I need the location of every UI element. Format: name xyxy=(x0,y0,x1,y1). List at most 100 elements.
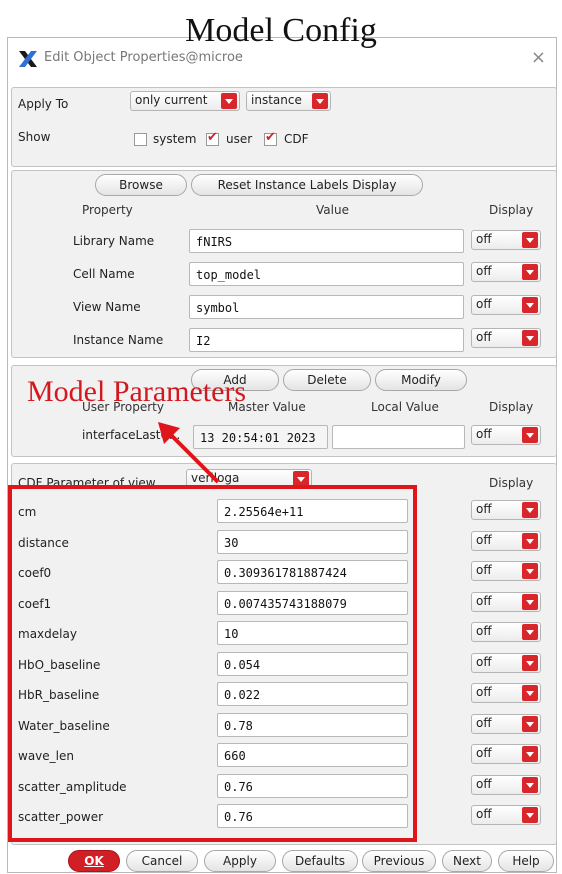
cdf-param-display-select[interactable]: off xyxy=(471,805,541,825)
close-icon[interactable]: × xyxy=(531,47,546,68)
display-value: off xyxy=(476,297,492,311)
annotation-arrow xyxy=(158,422,220,484)
help-button[interactable]: Help xyxy=(498,850,554,872)
cdf-param-display-select[interactable]: off xyxy=(471,714,541,734)
apply-scope-value: only current xyxy=(135,93,208,107)
previous-button[interactable]: Previous xyxy=(362,850,436,872)
cell-name-label: Cell Name xyxy=(73,267,135,281)
help-label: Help xyxy=(512,854,540,868)
cdf-param-display-select[interactable]: off xyxy=(471,561,541,581)
display-value: off xyxy=(476,264,492,278)
ok-label: OK xyxy=(84,854,104,868)
chevron-down-icon xyxy=(522,297,538,313)
display-value: off xyxy=(476,746,492,760)
view-name-field[interactable]: symbol xyxy=(189,295,464,319)
display-value: off xyxy=(476,685,492,699)
x-logo-icon xyxy=(19,51,37,67)
cdf-checkbox[interactable] xyxy=(264,130,277,146)
browse-button[interactable]: Browse xyxy=(95,174,187,196)
display-value: off xyxy=(476,533,492,547)
cell-name-display-select[interactable]: off xyxy=(471,262,541,282)
display-value: off xyxy=(476,655,492,669)
display-value: off xyxy=(476,232,492,246)
view-name-label: View Name xyxy=(73,300,141,314)
local-value-field[interactable] xyxy=(332,425,465,449)
chevron-down-icon xyxy=(522,624,538,640)
local-value-header: Local Value xyxy=(371,400,439,414)
chevron-down-icon xyxy=(522,807,538,823)
cdf-param-display-select[interactable]: off xyxy=(471,683,541,703)
cdf-param-display-select[interactable]: off xyxy=(471,500,541,520)
display-value: off xyxy=(476,716,492,730)
next-label: Next xyxy=(453,854,481,868)
library-name-label: Library Name xyxy=(73,234,155,248)
value-header: Value xyxy=(316,203,349,217)
chevron-down-icon xyxy=(522,264,538,280)
chevron-down-icon xyxy=(522,746,538,762)
chevron-down-icon xyxy=(522,232,538,248)
chevron-down-icon xyxy=(312,93,328,109)
defaults-label: Defaults xyxy=(294,854,346,868)
cdf-param-display-select[interactable]: off xyxy=(471,531,541,551)
display-value: off xyxy=(476,330,492,344)
apply-target-value: instance xyxy=(251,93,302,107)
chevron-down-icon xyxy=(522,716,538,732)
library-name-field[interactable]: fNIRS xyxy=(189,229,464,253)
cdf-param-display-select[interactable]: off xyxy=(471,592,541,612)
cancel-label: Cancel xyxy=(141,854,183,868)
library-name-display-select[interactable]: off xyxy=(471,230,541,250)
user-display-select[interactable]: off xyxy=(471,425,541,445)
chevron-down-icon xyxy=(522,685,538,701)
chevron-down-icon xyxy=(522,594,538,610)
chevron-down-icon xyxy=(522,502,538,518)
property-header: Property xyxy=(82,203,133,217)
cdf-param-display-select[interactable]: off xyxy=(471,744,541,764)
cdf-param-display-select[interactable]: off xyxy=(471,622,541,642)
cdf-param-display-select[interactable]: off xyxy=(471,775,541,795)
cdf-param-display-select[interactable]: off xyxy=(471,653,541,673)
display-value: off xyxy=(476,807,492,821)
chevron-down-icon xyxy=(522,533,538,549)
chevron-down-icon xyxy=(522,330,538,346)
annotation-title: Model Config xyxy=(185,12,377,49)
cdf-checkbox-label: CDF xyxy=(284,132,309,146)
chevron-down-icon xyxy=(522,655,538,671)
display-value: off xyxy=(476,502,492,516)
user-checkbox-label: user xyxy=(226,132,253,146)
apply-to-label: Apply To xyxy=(18,97,69,111)
instance-name-label: Instance Name xyxy=(73,333,164,347)
apply-scope-select[interactable]: only current xyxy=(130,91,240,111)
show-label: Show xyxy=(18,130,51,144)
cell-name-field[interactable]: top_model xyxy=(189,262,464,286)
user-display-header: Display xyxy=(489,400,534,414)
previous-label: Previous xyxy=(373,854,425,868)
modify-button[interactable]: Modify xyxy=(375,369,467,391)
instance-name-field[interactable]: I2 xyxy=(189,328,464,352)
chevron-down-icon xyxy=(522,777,538,793)
apply-button[interactable]: Apply xyxy=(204,850,276,872)
display-value: off xyxy=(476,624,492,638)
display-value: off xyxy=(476,777,492,791)
display-value: off xyxy=(476,563,492,577)
system-checkbox-label: system xyxy=(153,132,197,146)
chevron-down-icon xyxy=(522,427,538,443)
display-value: off xyxy=(476,594,492,608)
system-checkbox[interactable] xyxy=(134,133,147,146)
defaults-button[interactable]: Defaults xyxy=(282,850,358,872)
chevron-down-icon xyxy=(221,93,237,109)
next-button[interactable]: Next xyxy=(442,850,492,872)
display-header: Display xyxy=(489,203,534,217)
chevron-down-icon xyxy=(522,563,538,579)
window-title: Edit Object Properties@microe xyxy=(44,50,243,65)
user-checkbox[interactable] xyxy=(206,130,219,146)
apply-target-select[interactable]: instance xyxy=(246,91,331,111)
reset-labels-button[interactable]: Reset Instance Labels Display xyxy=(191,174,423,196)
cdf-display-header: Display xyxy=(489,476,534,490)
ok-button[interactable]: OK xyxy=(68,850,120,872)
instance-name-display-select[interactable]: off xyxy=(471,328,541,348)
cancel-button[interactable]: Cancel xyxy=(126,850,198,872)
view-name-display-select[interactable]: off xyxy=(471,295,541,315)
annotation-model-parameters: Model Parameters xyxy=(27,375,247,408)
apply-label: Apply xyxy=(223,854,257,868)
delete-button[interactable]: Delete xyxy=(283,369,371,391)
